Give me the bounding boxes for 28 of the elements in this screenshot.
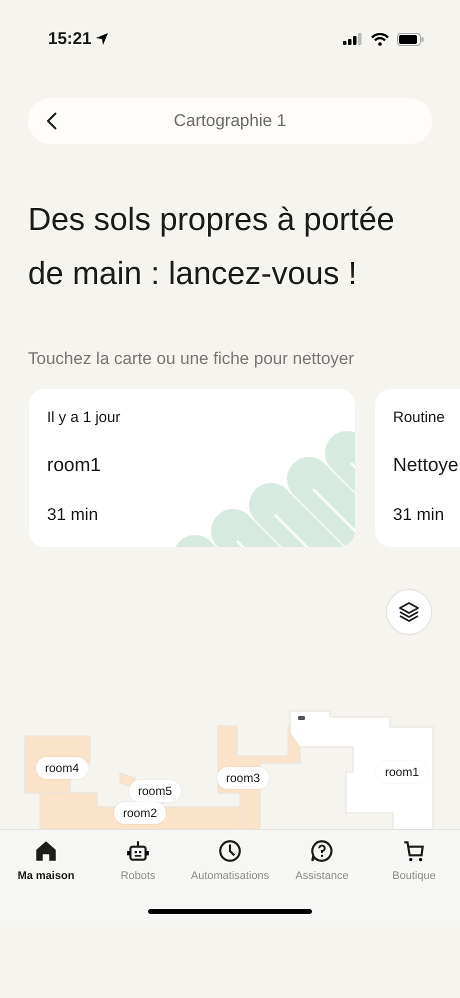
clock-icon (217, 838, 243, 864)
layers-icon (398, 601, 420, 623)
page-heading: Des sols propres à portée de main : lancez-vous ! (28, 200, 396, 293)
card-caption: Il y a 1 jour (47, 408, 122, 428)
back-icon[interactable] (46, 111, 58, 131)
instruction-text: Touchez la carte ou une fiche pour nettoyer (28, 348, 356, 370)
battery-icon (397, 32, 424, 46)
card-duration: 31 min (393, 504, 446, 526)
location-arrow-icon (95, 32, 110, 46)
tab-button[interactable]: Ma maison (0, 830, 92, 884)
room-label[interactable]: room1 (376, 761, 428, 783)
cleaning-card[interactable]: Il y a 1 jour room1 31 min (29, 389, 355, 547)
signal-icon (343, 33, 363, 45)
room-label[interactable]: room4 (36, 757, 88, 779)
room-label[interactable]: room2 (114, 802, 166, 824)
robot-icon (298, 716, 305, 720)
screen-title: Cartographie 1 (172, 110, 288, 132)
room-label[interactable]: room3 (217, 767, 270, 789)
card-caption: Routine (393, 408, 446, 428)
room-label[interactable]: room5 (129, 780, 182, 802)
card-title: Nettoye (393, 454, 460, 478)
cleaning-card[interactable]: Routine Nettoye 31 min (375, 389, 460, 547)
card-title: room1 (47, 454, 102, 478)
clock-time: 15:21 (48, 28, 92, 50)
layers-button[interactable] (386, 589, 432, 635)
wifi-icon (371, 32, 389, 46)
card-duration: 31 min (47, 504, 100, 526)
help-icon (309, 838, 335, 864)
